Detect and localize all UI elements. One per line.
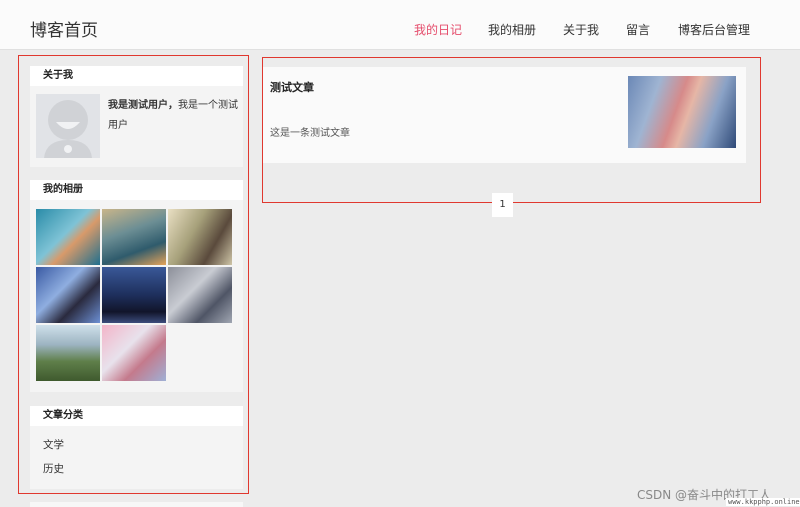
category-item[interactable]: 文学 [43, 437, 64, 452]
category-widget-title: 文章分类 [30, 406, 243, 426]
album-photo[interactable] [36, 209, 100, 265]
nav-item-album[interactable]: 我的相册 [488, 21, 536, 38]
nav-item-admin[interactable]: 博客后台管理 [678, 21, 750, 38]
album-widget-title: 我的相册 [30, 180, 243, 200]
album-photo[interactable] [102, 325, 166, 381]
about-widget-title: 关于我 [30, 66, 243, 86]
album-photo[interactable] [36, 325, 100, 381]
album-photo[interactable] [168, 209, 232, 265]
nav-item-message[interactable]: 留言 [626, 21, 650, 38]
about-text: 我是测试用户，我是一个测试用户 [108, 96, 238, 136]
album-widget: 我的相册 [30, 180, 243, 392]
article-title[interactable]: 测试文章 [270, 79, 314, 95]
brand-home-link[interactable]: 博客首页 [30, 16, 98, 41]
pagination-page-button[interactable]: 1 [492, 193, 513, 217]
sidebar-next-widget [30, 502, 243, 507]
about-widget: 关于我 我是测试用户，我是一个测试用户 [30, 66, 243, 167]
article-summary: 这是一条测试文章 [270, 128, 350, 139]
category-widget: 文章分类 文学 历史 [30, 406, 243, 489]
about-name: 我是测试用户， [108, 100, 178, 111]
album-photo[interactable] [36, 267, 100, 323]
nav-item-about[interactable]: 关于我 [563, 21, 599, 38]
top-navbar: 博客首页 我的日记 我的相册 关于我 留言 博客后台管理 [0, 0, 800, 50]
watermark-url: www.kkpphp.online [726, 498, 800, 506]
nav-item-diary[interactable]: 我的日记 [414, 21, 462, 38]
category-item[interactable]: 历史 [43, 461, 64, 476]
album-photo[interactable] [102, 267, 166, 323]
album-photo[interactable] [102, 209, 166, 265]
avatar [36, 94, 100, 158]
user-avatar-icon [36, 94, 100, 158]
article-card[interactable]: 测试文章 这是一条测试文章 [263, 67, 746, 163]
album-photo[interactable] [168, 267, 232, 323]
article-cover-image[interactable] [628, 76, 736, 148]
